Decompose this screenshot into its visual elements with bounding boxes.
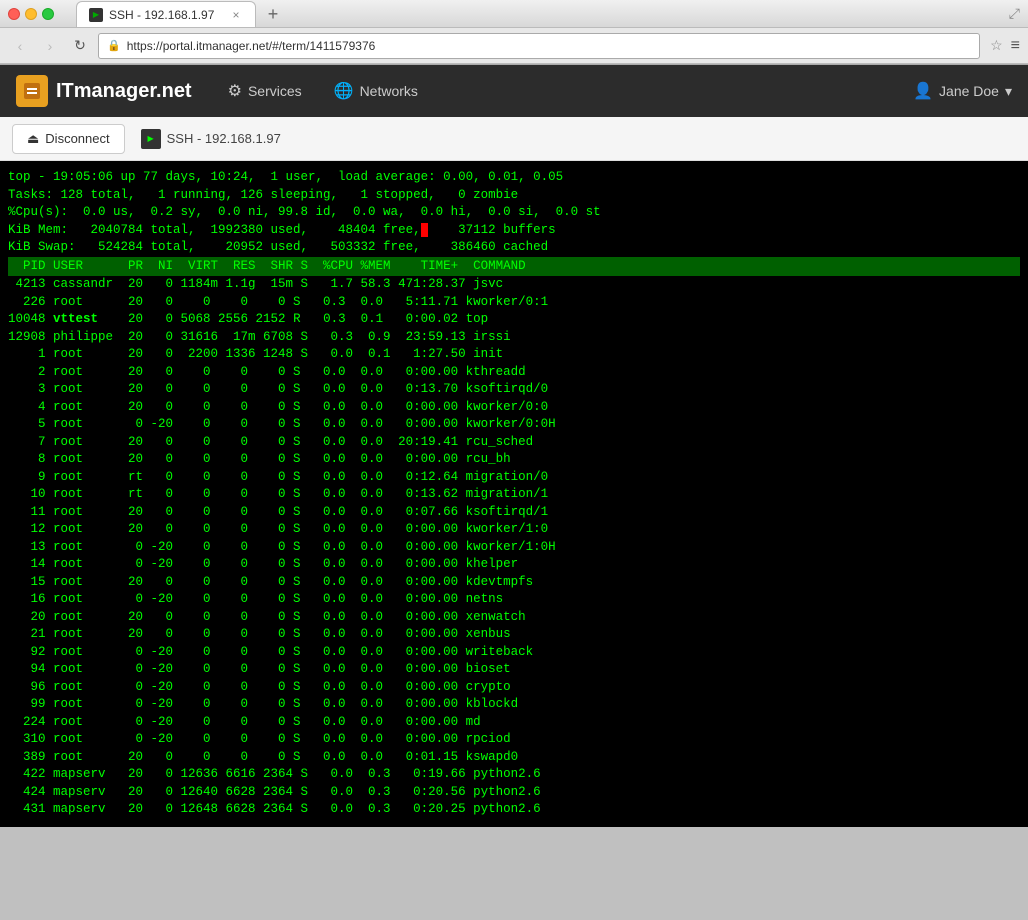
networks-icon: 🌐	[334, 81, 354, 101]
terminal-line: 12 root 20 0 0 0 0 S 0.0 0.0 0:00.00 kwo…	[8, 521, 1020, 539]
nav-networks-label: Networks	[360, 83, 418, 99]
terminal-line: KiB Mem: 2040784 total, 1992380 used, 48…	[8, 222, 1020, 240]
ssh-icon: ▶	[141, 129, 161, 149]
terminal-line: 20 root 20 0 0 0 0 S 0.0 0.0 0:00.00 xen…	[8, 609, 1020, 627]
power-icon	[21, 80, 43, 102]
terminal-line: 4 root 20 0 0 0 0 S 0.0 0.0 0:00.00 kwor…	[8, 399, 1020, 417]
terminal-line: %Cpu(s): 0.0 us, 0.2 sy, 0.0 ni, 99.8 id…	[8, 204, 1020, 222]
logo-area: ITmanager.net	[16, 75, 192, 107]
terminal-line: 94 root 0 -20 0 0 0 S 0.0 0.0 0:00.00 bi…	[8, 661, 1020, 679]
tab-favicon: ▶	[89, 8, 103, 22]
terminal-line: 10 root rt 0 0 0 0 S 0.0 0.0 0:13.62 mig…	[8, 486, 1020, 504]
disconnect-button[interactable]: ⏏ Disconnect	[12, 124, 125, 154]
disconnect-label: Disconnect	[45, 131, 109, 146]
tab-title: SSH - 192.168.1.97	[109, 8, 214, 22]
terminal-line: 1 root 20 0 2200 1336 1248 S 0.0 0.1 1:2…	[8, 346, 1020, 364]
terminal-line: 21 root 20 0 0 0 0 S 0.0 0.0 0:00.00 xen…	[8, 626, 1020, 644]
terminal-line: 12908 philippe 20 0 31616 17m 6708 S 0.3…	[8, 329, 1020, 347]
terminal-line: 13 root 0 -20 0 0 0 S 0.0 0.0 0:00.00 kw…	[8, 539, 1020, 557]
disconnect-icon: ⏏	[27, 131, 39, 147]
nav-items: ⚙ Services 🌐 Networks	[212, 65, 914, 117]
terminal-line: 310 root 0 -20 0 0 0 S 0.0 0.0 0:00.00 r…	[8, 731, 1020, 749]
terminal-line: 224 root 0 -20 0 0 0 S 0.0 0.0 0:00.00 m…	[8, 714, 1020, 732]
title-bar: ▶ SSH - 192.168.1.97 × + ⤢	[0, 0, 1028, 28]
url-text: https://portal.itmanager.net/#/term/1411…	[127, 39, 376, 53]
user-icon: 👤	[913, 81, 933, 101]
user-dropdown-icon: ▾	[1005, 83, 1012, 100]
refresh-button[interactable]: ↻	[68, 34, 92, 58]
terminal-line: 10048 vttest 20 0 5068 2556 2152 R 0.3 0…	[8, 311, 1020, 329]
terminal-line: 14 root 0 -20 0 0 0 S 0.0 0.0 0:00.00 kh…	[8, 556, 1020, 574]
terminal-line: 9 root rt 0 0 0 0 S 0.0 0.0 0:12.64 migr…	[8, 469, 1020, 487]
terminal-line: KiB Swap: 524284 total, 20952 used, 5033…	[8, 239, 1020, 257]
terminal-line: 7 root 20 0 0 0 0 S 0.0 0.0 20:19.41 rcu…	[8, 434, 1020, 452]
terminal-line: PID USER PR NI VIRT RES SHR S %CPU %MEM …	[8, 257, 1020, 277]
logo-text: ITmanager.net	[56, 80, 192, 103]
terminal-line: 5 root 0 -20 0 0 0 S 0.0 0.0 0:00.00 kwo…	[8, 416, 1020, 434]
terminal-line: Tasks: 128 total, 1 running, 126 sleepin…	[8, 187, 1020, 205]
window-expand-button[interactable]: ⤢	[1009, 5, 1020, 22]
user-area[interactable]: 👤 Jane Doe ▾	[913, 81, 1012, 101]
terminal-line: 92 root 0 -20 0 0 0 S 0.0 0.0 0:00.00 wr…	[8, 644, 1020, 662]
terminal-line: top - 19:05:06 up 77 days, 10:24, 1 user…	[8, 169, 1020, 187]
terminal-line: 431 mapserv 20 0 12648 6628 2364 S 0.0 0…	[8, 801, 1020, 819]
tab-bar: ▶ SSH - 192.168.1.97 × +	[68, 0, 1003, 27]
nav-item-networks[interactable]: 🌐 Networks	[318, 65, 434, 117]
terminal-line: 96 root 0 -20 0 0 0 S 0.0 0.0 0:00.00 cr…	[8, 679, 1020, 697]
maximize-window-button[interactable]	[42, 8, 54, 20]
address-bar-row: ‹ › ↻ 🔒 https://portal.itmanager.net/#/t…	[0, 28, 1028, 64]
forward-button[interactable]: ›	[38, 34, 62, 58]
terminal-line: 8 root 20 0 0 0 0 S 0.0 0.0 0:00.00 rcu_…	[8, 451, 1020, 469]
terminal-line: 389 root 20 0 0 0 0 S 0.0 0.0 0:01.15 ks…	[8, 749, 1020, 767]
app-header: ITmanager.net ⚙ Services 🌐 Networks 👤 Ja…	[0, 65, 1028, 117]
terminal[interactable]: top - 19:05:06 up 77 days, 10:24, 1 user…	[0, 161, 1028, 827]
nav-item-services[interactable]: ⚙ Services	[212, 65, 318, 117]
new-tab-button[interactable]: +	[260, 1, 286, 27]
bookmark-button[interactable]: ☆	[990, 37, 1003, 54]
terminal-line: 226 root 20 0 0 0 0 S 0.3 0.0 5:11.71 kw…	[8, 294, 1020, 312]
terminal-line: 422 mapserv 20 0 12636 6616 2364 S 0.0 0…	[8, 766, 1020, 784]
terminal-line: 16 root 0 -20 0 0 0 S 0.0 0.0 0:00.00 ne…	[8, 591, 1020, 609]
address-bar[interactable]: 🔒 https://portal.itmanager.net/#/term/14…	[98, 33, 980, 59]
services-icon: ⚙	[228, 81, 242, 101]
ssl-lock-icon: 🔒	[107, 39, 121, 52]
ssh-session-label: ▶ SSH - 192.168.1.97	[141, 129, 281, 149]
toolbar: ⏏ Disconnect ▶ SSH - 192.168.1.97	[0, 117, 1028, 161]
user-name: Jane Doe	[939, 83, 999, 99]
tab-close-button[interactable]: ×	[229, 8, 243, 22]
logo-icon	[16, 75, 48, 107]
close-window-button[interactable]	[8, 8, 20, 20]
terminal-line: 2 root 20 0 0 0 0 S 0.0 0.0 0:00.00 kthr…	[8, 364, 1020, 382]
active-tab[interactable]: ▶ SSH - 192.168.1.97 ×	[76, 1, 256, 27]
terminal-line: 15 root 20 0 0 0 0 S 0.0 0.0 0:00.00 kde…	[8, 574, 1020, 592]
ssh-label-text: SSH - 192.168.1.97	[167, 131, 281, 146]
nav-services-label: Services	[248, 83, 302, 99]
terminal-line: 99 root 0 -20 0 0 0 S 0.0 0.0 0:00.00 kb…	[8, 696, 1020, 714]
terminal-line: 3 root 20 0 0 0 0 S 0.0 0.0 0:13.70 ksof…	[8, 381, 1020, 399]
terminal-line: 4213 cassandr 20 0 1184m 1.1g 15m S 1.7 …	[8, 276, 1020, 294]
back-button[interactable]: ‹	[8, 34, 32, 58]
terminal-line: 11 root 20 0 0 0 0 S 0.0 0.0 0:07.66 kso…	[8, 504, 1020, 522]
minimize-window-button[interactable]	[25, 8, 37, 20]
menu-button[interactable]: ≡	[1011, 37, 1020, 55]
terminal-line: 424 mapserv 20 0 12640 6628 2364 S 0.0 0…	[8, 784, 1020, 802]
traffic-lights	[8, 8, 54, 20]
